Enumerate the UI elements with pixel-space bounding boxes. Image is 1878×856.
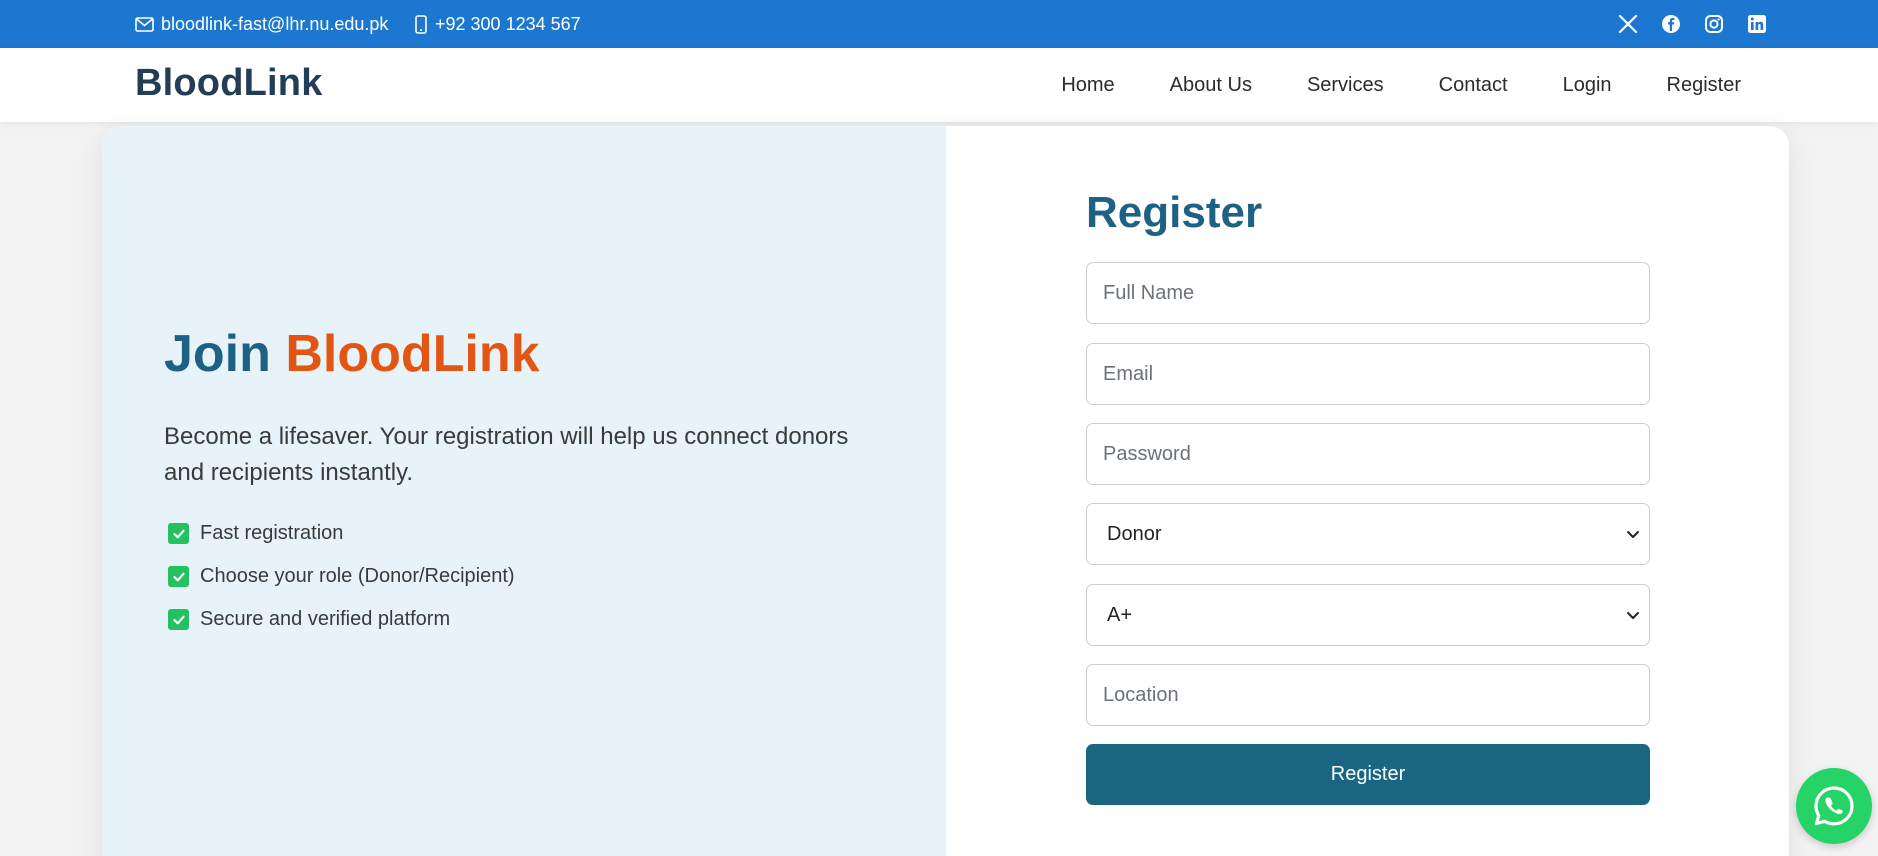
register-title: Register (1086, 188, 1263, 237)
main-navbar: BloodLink Home About Us Services Contact… (0, 48, 1878, 122)
nav-about-us[interactable]: About Us (1170, 74, 1252, 97)
contact-phone[interactable]: +92 300 1234 567 (414, 0, 581, 48)
role-select-value: Donor (1107, 522, 1162, 545)
instagram-icon[interactable] (1703, 13, 1725, 35)
nav-register[interactable]: Register (1667, 74, 1741, 97)
nav-login[interactable]: Login (1563, 74, 1612, 97)
register-submit-button[interactable]: Register (1086, 744, 1650, 805)
contact-email-text: bloodlink-fast@lhr.nu.edu.pk (161, 13, 389, 34)
feature-label: Fast registration (200, 522, 344, 544)
register-form-panel: Register Donor A+ Register (946, 126, 1789, 856)
contact-email[interactable]: bloodlink-fast@lhr.nu.edu.pk (135, 0, 388, 48)
feature-list: Fast registration Choose your role (Dono… (168, 512, 515, 641)
facebook-icon[interactable] (1660, 13, 1682, 35)
feature-label: Secure and verified platform (200, 608, 451, 630)
chevron-down-icon (1627, 531, 1639, 538)
phone-icon (415, 14, 427, 34)
whatsapp-icon (1814, 786, 1854, 826)
nav-links: Home About Us Services Contact Login Reg… (1061, 48, 1741, 122)
nav-contact[interactable]: Contact (1439, 74, 1508, 97)
feature-item: Secure and verified platform (168, 598, 515, 641)
full-name-input[interactable] (1086, 262, 1650, 324)
chevron-down-icon (1627, 612, 1639, 619)
contact-phone-text: +92 300 1234 567 (435, 13, 581, 34)
blood-group-select-value: A+ (1107, 603, 1133, 626)
whatsapp-button[interactable] (1796, 768, 1872, 844)
top-contact-bar: bloodlink-fast@lhr.nu.edu.pk +92 300 123… (0, 0, 1878, 48)
checkmark-icon (168, 566, 189, 587)
checkmark-icon (168, 609, 189, 630)
checkmark-icon (168, 523, 189, 544)
feature-item: Fast registration (168, 512, 515, 555)
join-title-brand: BloodLink (285, 325, 540, 383)
role-select[interactable]: Donor (1086, 503, 1650, 565)
join-title-part1: Join (164, 325, 271, 383)
linkedin-icon[interactable] (1746, 13, 1768, 35)
x-icon[interactable] (1617, 13, 1639, 35)
register-card: Join BloodLink Become a lifesaver. Your … (102, 126, 1789, 856)
envelope-icon (135, 16, 154, 32)
logo[interactable]: BloodLink (135, 62, 323, 105)
intro-text: Become a lifesaver. Your registration wi… (164, 423, 849, 486)
feature-label: Choose your role (Donor/Recipient) (200, 565, 515, 587)
join-title: Join BloodLink (164, 328, 540, 380)
location-input[interactable] (1086, 664, 1650, 726)
social-links (1617, 0, 1768, 48)
feature-item: Choose your role (Donor/Recipient) (168, 555, 515, 598)
info-panel: Join BloodLink Become a lifesaver. Your … (102, 126, 946, 856)
password-input[interactable] (1086, 423, 1650, 485)
blood-group-select[interactable]: A+ (1086, 584, 1650, 646)
nav-services[interactable]: Services (1307, 74, 1384, 97)
email-input[interactable] (1086, 343, 1650, 405)
nav-home[interactable]: Home (1061, 74, 1114, 97)
